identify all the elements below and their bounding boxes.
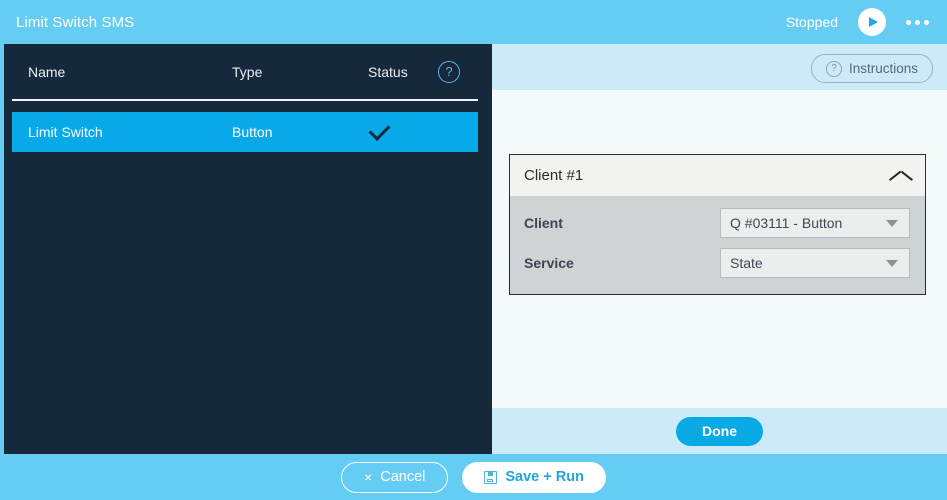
column-header-type: Type: [232, 63, 263, 80]
detail-top-band: ? Instructions: [492, 44, 947, 90]
field-row-client: Client Q #03111 - Button: [524, 206, 911, 240]
save-run-button[interactable]: Save + Run: [462, 461, 606, 493]
device-list-panel: Name Type Status ? Limit Switch Button: [4, 44, 492, 454]
chevron-up-icon[interactable]: [891, 170, 911, 181]
row-type: Button: [232, 124, 273, 140]
status-badge: Stopped: [785, 14, 838, 30]
check-glyph: [368, 119, 391, 141]
instructions-button[interactable]: ? Instructions: [810, 54, 933, 83]
floppy-disk-icon: [484, 470, 498, 484]
kebab-dot: [924, 19, 929, 25]
help-icon[interactable]: ?: [438, 60, 460, 83]
header-divider: [12, 99, 478, 101]
service-select[interactable]: State: [720, 248, 910, 278]
client-select[interactable]: Q #03111 - Button: [720, 208, 910, 238]
play-icon[interactable]: [858, 8, 886, 36]
title-bar: Limit Switch SMS Stopped: [0, 0, 947, 44]
kebab-dot: [906, 19, 911, 25]
kebab-dot: [915, 19, 920, 25]
client-card-body: Client Q #03111 - Button Service State: [510, 196, 925, 294]
done-button[interactable]: Done: [676, 416, 763, 446]
field-row-service: Service State: [524, 246, 911, 280]
question-mark-icon: ?: [825, 60, 842, 77]
play-triangle: [869, 17, 878, 27]
footer-bar: × Cancel Save + Run: [0, 454, 947, 500]
chevron-down-icon: [886, 219, 898, 227]
service-select-value: State: [730, 255, 763, 271]
detail-panel: ? Instructions Client #1 Client Q #03111…: [492, 44, 947, 454]
client-field-label: Client: [524, 215, 563, 231]
list-header: Name Type Status ?: [4, 44, 492, 99]
client-card-title: Client #1: [524, 167, 584, 184]
service-field-label: Service: [524, 255, 574, 271]
instructions-label: Instructions: [848, 61, 918, 76]
client-card: Client #1 Client Q #03111 - Button Servi…: [509, 154, 926, 295]
body-area: Name Type Status ? Limit Switch Button ?…: [0, 44, 947, 454]
row-name: Limit Switch: [28, 124, 103, 140]
detail-bottom-band: Done: [492, 408, 947, 454]
app-window: Limit Switch SMS Stopped Name Type Statu…: [0, 0, 947, 500]
page-title: Limit Switch SMS: [16, 13, 135, 31]
close-icon: ×: [364, 469, 373, 485]
chevron-down-icon: [886, 259, 898, 267]
column-header-status: Status: [368, 63, 408, 80]
title-bar-actions: Stopped: [786, 8, 947, 36]
table-row[interactable]: Limit Switch Button: [12, 112, 478, 152]
cancel-button[interactable]: × Cancel: [341, 461, 449, 493]
client-card-header[interactable]: Client #1: [510, 155, 925, 196]
save-run-label: Save + Run: [505, 469, 584, 485]
client-select-value: Q #03111 - Button: [730, 215, 843, 231]
column-header-name: Name: [28, 63, 66, 80]
check-icon: [368, 119, 391, 141]
cancel-label: Cancel: [380, 469, 426, 485]
kebab-menu-icon[interactable]: [906, 8, 929, 36]
